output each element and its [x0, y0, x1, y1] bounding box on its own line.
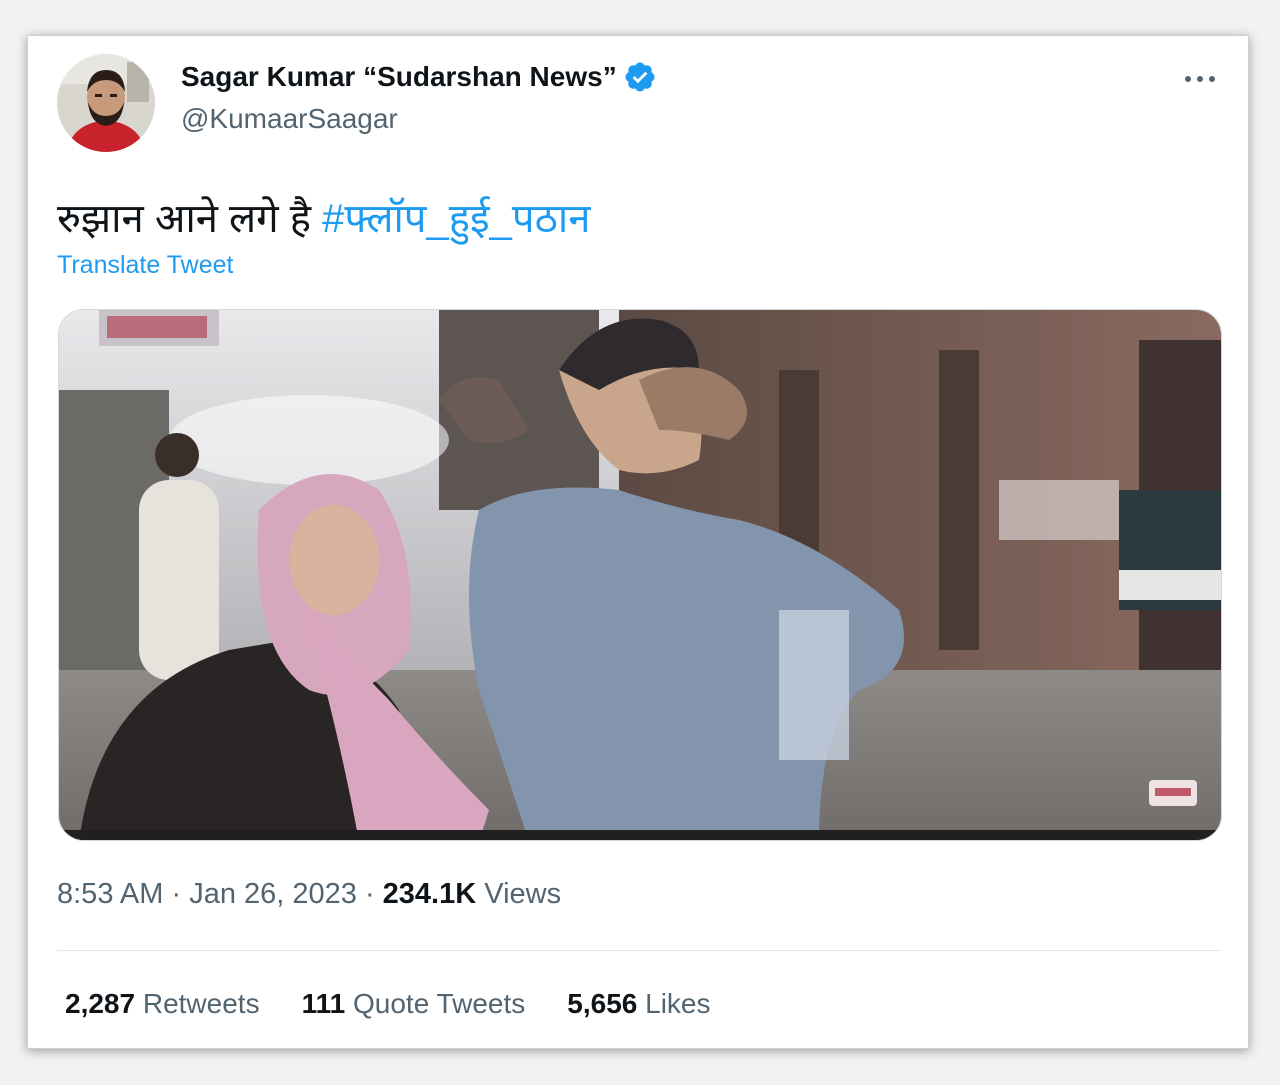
tweet-hashtag[interactable]: #फ्लॉप_हुई_पठान — [322, 197, 590, 241]
divider — [57, 950, 1221, 951]
translate-tweet-link[interactable]: Translate Tweet — [57, 251, 233, 280]
likes-count: 5,656 — [567, 988, 638, 1019]
views-label: Views — [484, 878, 562, 910]
avatar[interactable] — [57, 54, 155, 152]
retweets-count: 2,287 — [65, 988, 136, 1019]
likes-label: Likes — [645, 988, 711, 1019]
tweet-body: रुझान आने लगे है — [57, 197, 312, 241]
meta-separator: · — [171, 878, 190, 910]
views-count: 234.1K — [382, 878, 477, 910]
tweet-date[interactable]: Jan 26, 2023 — [189, 878, 357, 910]
avatar-image — [57, 54, 155, 152]
verified-badge-icon[interactable] — [623, 60, 657, 94]
quote-tweets-count: 111 — [301, 988, 346, 1019]
retweets-label: Retweets — [142, 988, 260, 1019]
tweet-card: Sagar Kumar “Sudarshan News” @KumaarSaag… — [27, 35, 1249, 1049]
tweet-video[interactable] — [58, 309, 1222, 841]
video-frame — [59, 310, 1221, 840]
tweet-text: रुझान आने लगे है #फ्लॉप_हुई_पठान — [57, 189, 590, 244]
tweet-time[interactable]: 8:53 AM — [57, 878, 163, 910]
author-name-row: Sagar Kumar “Sudarshan News” — [181, 60, 657, 94]
retweets-stat[interactable]: 2,287 Retweets — [65, 988, 260, 1020]
meta-separator: · — [364, 878, 383, 910]
quote-tweets-stat[interactable]: 111 Quote Tweets — [302, 988, 526, 1020]
author-name[interactable]: Sagar Kumar “Sudarshan News” — [181, 61, 617, 93]
author-handle[interactable]: @KumaarSaagar — [181, 103, 398, 135]
more-options-icon[interactable] — [1182, 66, 1218, 92]
quote-tweets-label: Quote Tweets — [353, 988, 526, 1019]
tweet-stats: 2,287 Retweets 111 Quote Tweets 5,656 Li… — [65, 988, 753, 1020]
likes-stat[interactable]: 5,656 Likes — [567, 988, 710, 1020]
tweet-meta: 8:53 AM · Jan 26, 2023 · 234.1K Views — [57, 878, 561, 911]
